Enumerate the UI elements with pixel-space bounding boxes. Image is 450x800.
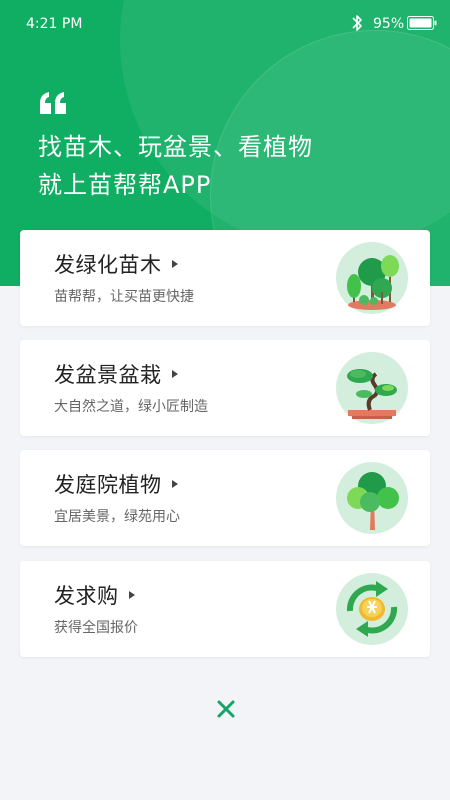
post-green-seedlings-card[interactable]: 发绿化苗木 苗帮帮，让买苗更快捷 — [20, 230, 430, 326]
card-subtitle: 大自然之道，绿小匠制造 — [54, 399, 208, 415]
card-title: 发庭院植物 — [54, 469, 178, 499]
card-title: 发盆景盆栽 — [54, 359, 178, 389]
headline-line-2: 就上苗帮帮APP — [38, 171, 212, 199]
status-time: 4:21 PM — [26, 16, 83, 32]
coin-exchange-icon — [336, 573, 408, 645]
card-subtitle: 获得全国报价 — [54, 620, 138, 636]
battery-icon — [407, 16, 437, 30]
arrow-right-icon — [128, 591, 135, 599]
bluetooth-icon — [352, 15, 362, 31]
card-subtitle: 苗帮帮，让买苗更快捷 — [54, 289, 194, 305]
arrow-right-icon — [171, 480, 178, 488]
card-subtitle: 宜居美景，绿苑用心 — [54, 509, 180, 525]
garden-tree-icon — [336, 462, 408, 534]
arrow-right-icon — [171, 370, 178, 378]
bonsai-icon — [336, 352, 408, 424]
green-trees-icon — [336, 242, 408, 314]
battery-percent: 95% — [373, 16, 405, 32]
card-title-text: 发庭院植物 — [54, 473, 162, 497]
card-title-text: 发盆景盆栽 — [54, 363, 162, 387]
headline-line-1: 找苗木、玩盆景、看植物 — [38, 133, 313, 161]
close-icon[interactable] — [214, 697, 238, 721]
headline: 找苗木、玩盆景、看植物 就上苗帮帮APP — [38, 128, 313, 204]
card-title-text: 发求购 — [54, 584, 119, 608]
arrow-right-icon — [171, 260, 178, 268]
card-title: 发求购 — [54, 580, 135, 610]
card-title-text: 发绿化苗木 — [54, 253, 162, 277]
post-garden-plants-card[interactable]: 发庭院植物 宜居美景，绿苑用心 — [20, 450, 430, 546]
quote-icon — [40, 92, 66, 114]
card-title: 发绿化苗木 — [54, 249, 178, 279]
status-bar: 4:21 PM 95% — [0, 0, 450, 46]
post-bonsai-card[interactable]: 发盆景盆栽 大自然之道，绿小匠制造 — [20, 340, 430, 436]
post-purchase-request-card[interactable]: 发求购 获得全国报价 — [20, 561, 430, 657]
